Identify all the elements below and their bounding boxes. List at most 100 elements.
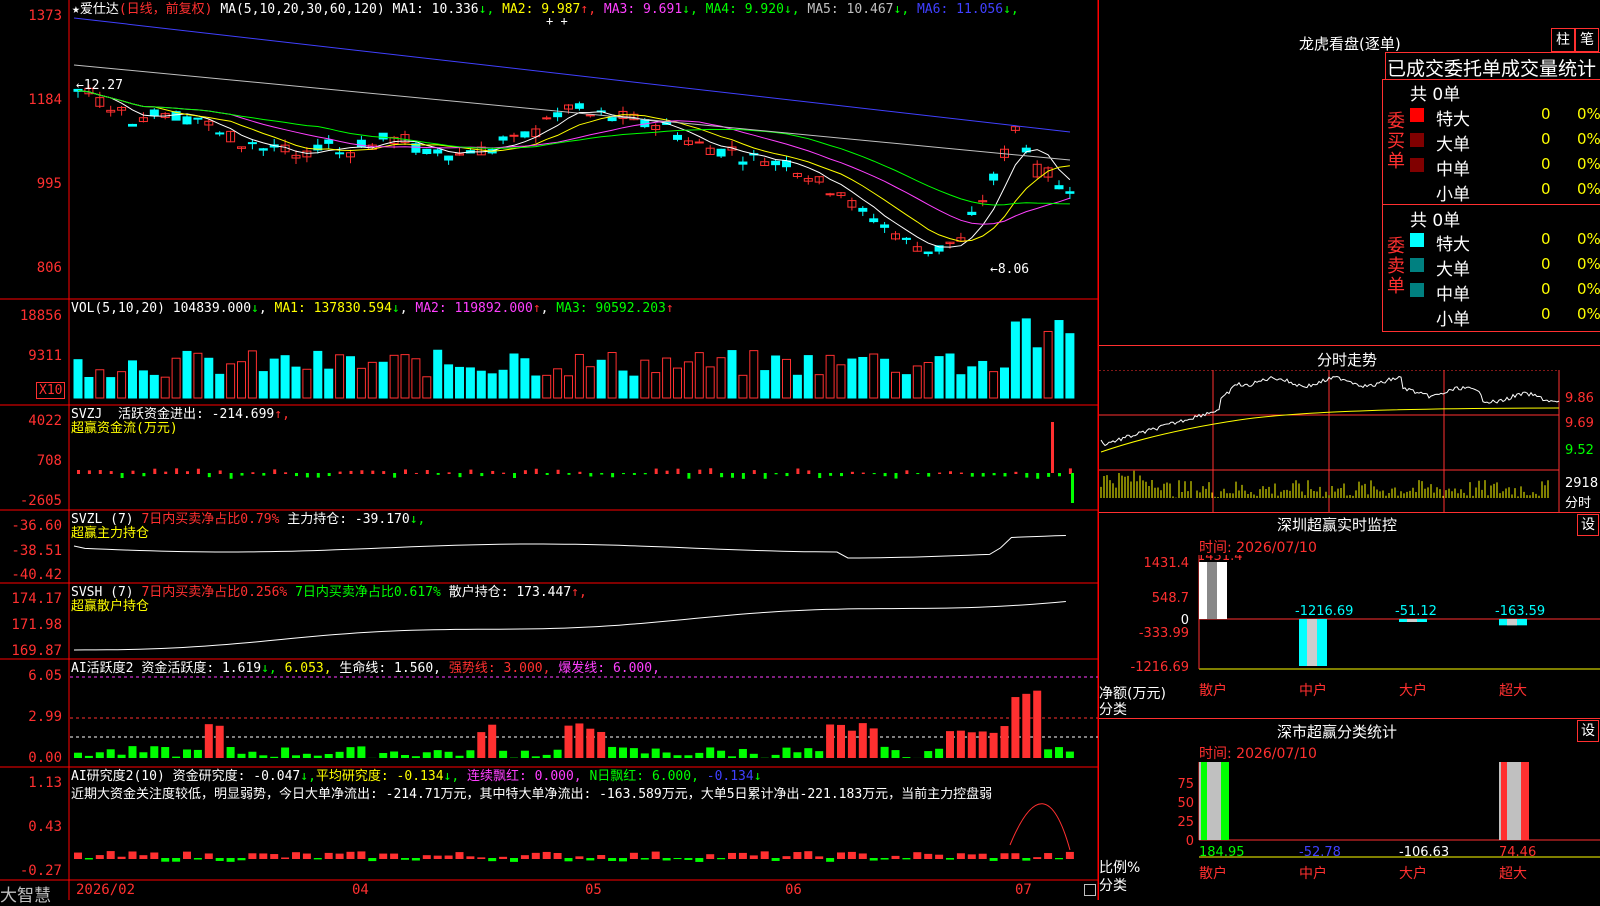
ai-research-bar [717, 858, 725, 859]
volume-bar [96, 370, 104, 398]
volume-bar [194, 353, 202, 398]
date-label-3: 05 [585, 882, 602, 898]
svzj-bar [775, 473, 778, 474]
ai-research-bar [783, 856, 791, 859]
ai-activity-bar [586, 729, 594, 758]
volume-bar [804, 356, 812, 398]
sell-row-name-3: 小单 [1436, 305, 1470, 330]
monitor-value-label: 1431.4 [1197, 555, 1243, 564]
lock-icon[interactable] [1084, 884, 1096, 896]
sell-row-count-0: 0 [1541, 230, 1551, 248]
monitor-axis-label: 548.7 [1152, 591, 1189, 606]
stock-name[interactable]: 爱仕达 [80, 2, 119, 17]
stats-settings-button[interactable]: 设 [1577, 720, 1599, 742]
svzj-bar [535, 469, 538, 474]
monitor-value-label: -1216.69 [1295, 604, 1353, 619]
ai-research-bar [205, 853, 213, 859]
ai-active-value: 资金活跃度: 1.619 [141, 661, 261, 676]
ai-research-bar [1011, 853, 1019, 859]
ai-activity-bar [118, 755, 126, 758]
ai-activity-bar [292, 755, 300, 758]
volume-bar [772, 356, 780, 398]
svzj-arrow: ↑, [274, 407, 290, 422]
ai-research-bar [510, 858, 518, 862]
monitor-category: 超大 [1499, 683, 1527, 699]
price-axis-2: 1184 [0, 92, 62, 108]
volume-bar [892, 372, 900, 398]
ai-research-bar [477, 857, 485, 859]
svzj-bar [742, 473, 745, 479]
volume-bar [815, 375, 823, 398]
ai-activity-bar [96, 752, 104, 758]
ai-research-bar [630, 853, 638, 859]
svzj-bar [884, 473, 887, 476]
period-label[interactable]: (日线，前复权) [119, 2, 213, 17]
svzj-bar [175, 468, 178, 474]
svzj-bar [1014, 472, 1017, 474]
ai-activity-bar [859, 723, 867, 758]
volume-bar [619, 371, 627, 398]
vol-unit-badge[interactable]: X10 [36, 382, 65, 399]
ai-research-bar [259, 853, 267, 859]
svzj-bar [415, 473, 418, 474]
ai-activity-bar [85, 756, 93, 758]
svzj-bar [611, 473, 614, 477]
candle-body [924, 252, 932, 253]
ai-research-bar [227, 858, 235, 862]
svzj-bar [905, 470, 908, 474]
svzj-bar [284, 472, 287, 474]
volume-bar [216, 374, 224, 398]
sell-row-swatch-3 [1410, 308, 1424, 322]
buy-row-swatch-1 [1410, 133, 1424, 147]
volume-bar [379, 362, 387, 398]
ai-activity-bar [412, 756, 420, 758]
ai-activity-bar [129, 746, 137, 758]
volume-bar [390, 355, 398, 398]
ai-activity-bar [565, 726, 573, 758]
ai-research-bar [870, 858, 878, 861]
bar-view-button[interactable]: 柱 [1551, 28, 1575, 52]
ai-activity-bar [641, 753, 649, 758]
ai-activity-bar [401, 755, 409, 758]
svsh-axis-3: 169.87 [0, 643, 62, 659]
monitor-category: 大户 [1399, 682, 1427, 699]
order-stats-tabs[interactable]: 已成交委托单成交量统计 [1387, 54, 1599, 81]
buy-row-pct-3: 0% [1577, 180, 1600, 198]
volume-bar [368, 362, 376, 398]
brand-label: 大智慧 [0, 881, 51, 906]
volume-bar [783, 359, 791, 398]
monitor-time: 时间: 2026/07/10 [1199, 537, 1317, 557]
ai-research-bar [641, 858, 649, 860]
svzj-bar [687, 473, 690, 479]
volume-bar [129, 361, 137, 398]
ai-activity-bar [881, 747, 889, 758]
ai-research-bar [652, 852, 660, 859]
ai-activity-bar [619, 748, 627, 758]
price-axis-4: 806 [0, 260, 62, 276]
dragon-title: 龙虎看盘(逐单) [1299, 33, 1401, 54]
svzj-bar [197, 469, 200, 474]
star-icon[interactable]: ★ [72, 2, 80, 17]
volume-bar [1033, 348, 1041, 398]
volume-bar [913, 366, 921, 398]
ai-research-bar [423, 855, 431, 859]
svzj-bar [208, 473, 211, 477]
ai-research-bar [281, 857, 289, 859]
ai-research-bar [761, 851, 769, 859]
svzj-bar [764, 473, 767, 479]
high-marker: ←12.27 [76, 78, 123, 93]
svzj-bar [753, 470, 756, 474]
candle-body [434, 150, 442, 153]
ai-activity-bar [902, 757, 910, 758]
monitor-category: 散户 [1199, 682, 1227, 699]
sell-row-pct-3: 0% [1577, 305, 1600, 323]
volume-bar [74, 360, 82, 398]
pen-view-button[interactable]: 笔 [1575, 28, 1599, 52]
right-panel: 龙虎看盘(逐单) 柱 笔 已成交委托单成交量统计 委买单 共 0单 特大00%大… [1099, 0, 1600, 900]
main-chart-area[interactable] [0, 0, 1098, 900]
svzj-bar [295, 473, 298, 476]
ma-value-3: MA3: 9.691 [604, 2, 682, 17]
ma-line [78, 91, 1070, 206]
monitor-settings-button[interactable]: 设 [1577, 514, 1599, 536]
svzj-bar [382, 471, 385, 474]
